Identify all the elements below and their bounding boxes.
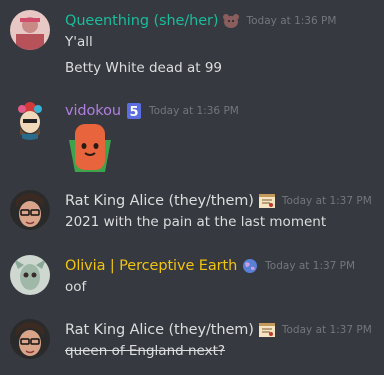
scroll-icon	[258, 322, 276, 338]
timestamp: Today at 1:37 PM	[281, 195, 372, 207]
avatar[interactable]	[10, 255, 50, 295]
message-text: queen of England next?	[65, 343, 226, 359]
username[interactable]: Rat King Alice (they/them)	[65, 322, 254, 338]
avatar[interactable]	[10, 10, 50, 50]
earth-icon	[241, 258, 259, 274]
message-text: Y'all	[65, 34, 93, 50]
number-5-icon: 5	[125, 103, 143, 119]
message-text: Betty White dead at 99	[65, 60, 223, 76]
timestamp: Today at 1:36 PM	[246, 15, 337, 27]
avatar[interactable]	[10, 190, 50, 230]
message-text: oof	[65, 279, 87, 295]
username[interactable]: vidokou	[65, 103, 121, 119]
bear-icon	[222, 13, 240, 29]
username[interactable]: Rat King Alice (they/them)	[65, 193, 254, 209]
timestamp: Today at 1:36 PM	[148, 105, 239, 117]
avatar[interactable]	[10, 319, 50, 359]
message-text: 2021 with the pain at the last moment	[65, 214, 327, 230]
username[interactable]: Queenthing (she/her)	[65, 13, 219, 29]
svg-text:5: 5	[129, 105, 138, 119]
carrot-sticker[interactable]	[65, 122, 115, 172]
scroll-icon	[258, 193, 276, 209]
timestamp: Today at 1:37 PM	[281, 324, 372, 336]
timestamp: Today at 1:37 PM	[265, 260, 356, 272]
avatar[interactable]	[10, 100, 50, 140]
username[interactable]: Olivia | Perceptive Earth	[65, 258, 237, 274]
